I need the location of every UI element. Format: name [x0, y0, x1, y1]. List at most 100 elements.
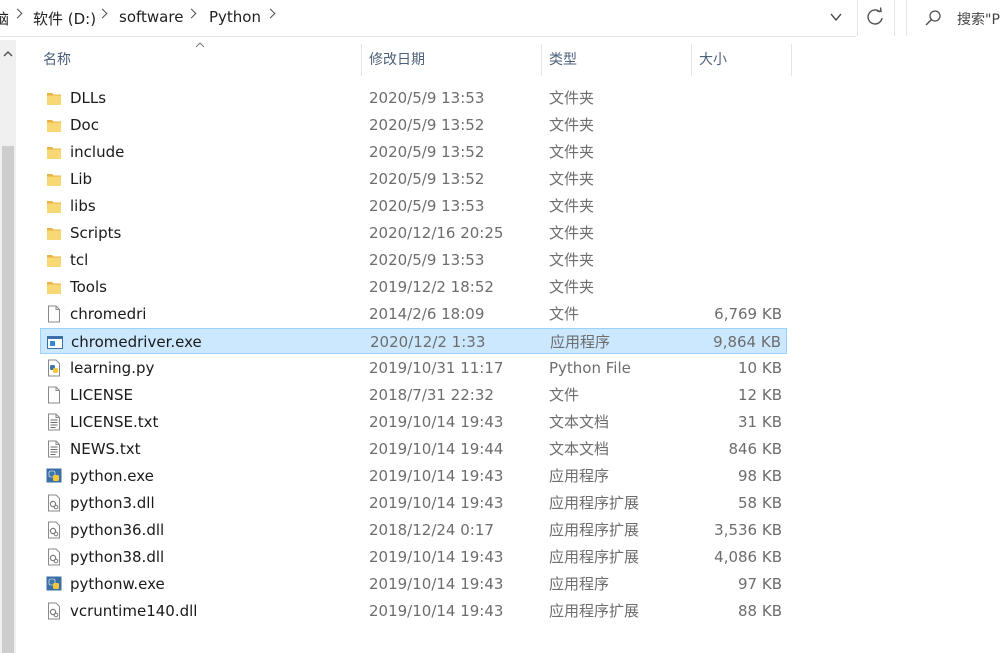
column-header-name-label: 名称 — [43, 52, 71, 68]
file-name: pythonw.exe — [70, 575, 165, 593]
file-date: 2019/12/2 18:52 — [369, 278, 494, 296]
file-row[interactable]: vcruntime140.dll 2019/10/14 19:43 应用程序扩展 88… — [40, 598, 787, 624]
breadcrumb-chevron-icon[interactable] — [265, 8, 276, 19]
file-row[interactable]: LICENSE 2018/7/31 22:32 文件 12 KB — [40, 382, 787, 408]
file-type: 文件夹 — [549, 170, 595, 188]
file-name: Scripts — [70, 224, 122, 242]
file-type: 文件 — [549, 386, 580, 404]
file-type: 文本文档 — [549, 413, 610, 431]
file-date: 2020/5/9 13:53 — [369, 89, 485, 107]
file-name: LICENSE — [70, 386, 133, 404]
breadcrumb-this-pc[interactable]: 脑 — [0, 8, 9, 29]
file-row[interactable]: DLLs 2020/5/9 13:53 文件夹 — [40, 85, 787, 111]
breadcrumb-python[interactable]: Python — [209, 8, 261, 26]
dll-icon — [48, 521, 60, 539]
file-size: 4,086 KB — [714, 548, 782, 566]
file-date: 2020/5/9 13:52 — [369, 143, 485, 161]
file-row[interactable]: pythonw.exe 2019/10/14 19:43 应用程序 97 KB — [40, 571, 787, 597]
file-type: 文件夹 — [549, 224, 595, 242]
file-icon — [48, 305, 60, 323]
file-row[interactable]: Lib 2020/5/9 13:52 文件夹 — [40, 166, 787, 192]
search-icon — [925, 10, 941, 26]
address-bar[interactable]: 脑 软件 (D:) software Python — [0, 0, 856, 37]
file-date: 2020/5/9 13:52 — [369, 116, 485, 134]
column-header-size[interactable]: 大小 — [692, 44, 792, 76]
file-type: Python File — [549, 359, 631, 377]
folder-icon — [47, 120, 61, 132]
file-date: 2019/10/14 19:43 — [369, 602, 504, 620]
chevron-down-icon[interactable] — [829, 10, 843, 24]
file-type: 文件夹 — [549, 278, 595, 296]
file-type: 文件夹 — [549, 197, 595, 215]
dll-icon — [48, 548, 60, 566]
python-file-icon — [48, 359, 60, 377]
file-date: 2020/5/9 13:53 — [369, 251, 485, 269]
file-type: 应用程序 — [549, 467, 610, 485]
file-row[interactable]: python.exe 2019/10/14 19:43 应用程序 98 KB — [40, 463, 787, 489]
file-row[interactable]: chromedriver.exe 2020/12/2 1:33 应用程序 9,864 … — [40, 328, 787, 354]
file-size: 12 KB — [738, 386, 782, 404]
column-divider[interactable] — [791, 44, 792, 76]
file-type: 应用程序 — [549, 575, 610, 593]
file-name: chromedri — [70, 305, 147, 323]
search-box[interactable]: 搜索"P — [906, 0, 1001, 36]
file-date: 2018/7/31 22:32 — [369, 386, 494, 404]
scrollbar-thumb[interactable] — [2, 146, 14, 653]
file-row[interactable]: Scripts 2020/12/16 20:25 文件夹 — [40, 220, 787, 246]
breadcrumb-software[interactable]: software — [119, 8, 183, 26]
column-header-name[interactable]: 名称 — [36, 42, 362, 76]
file-size: 9,864 KB — [713, 333, 781, 351]
file-row[interactable]: chromedri 2014/2/6 18:09 文件 6,769 KB — [40, 301, 787, 327]
file-type: 文本文档 — [549, 440, 610, 458]
file-row[interactable]: python38.dll 2019/10/14 19:43 应用程序扩展 4,086 … — [40, 544, 787, 570]
file-row[interactable]: learning.py 2019/10/31 11:17 Python File 10… — [40, 355, 787, 381]
file-row[interactable]: tcl 2020/5/9 13:53 文件夹 — [40, 247, 787, 273]
folder-icon — [47, 282, 61, 294]
breadcrumb-chevron-icon[interactable] — [97, 8, 108, 19]
file-size: 88 KB — [738, 602, 782, 620]
file-name: python38.dll — [70, 548, 165, 566]
file-name: python3.dll — [70, 494, 155, 512]
column-header-size-label: 大小 — [699, 52, 727, 68]
column-header-type[interactable]: 类型 — [542, 44, 691, 76]
file-type: 文件夹 — [549, 143, 595, 161]
search-placeholder: 搜索"P — [957, 12, 1000, 28]
file-date: 2020/5/9 13:53 — [369, 197, 485, 215]
folder-icon — [47, 147, 61, 159]
file-name: python.exe — [70, 467, 154, 485]
file-row[interactable]: Doc 2020/5/9 13:52 文件夹 — [40, 112, 787, 138]
dll-icon — [48, 494, 60, 512]
file-name: tcl — [70, 251, 89, 269]
dll-icon — [48, 602, 60, 620]
file-date: 2019/10/14 19:43 — [369, 548, 504, 566]
breadcrumb-chevron-icon[interactable] — [186, 8, 197, 19]
file-row[interactable]: NEWS.txt 2019/10/14 19:44 文本文档 846 KB — [40, 436, 787, 462]
file-size: 98 KB — [738, 467, 782, 485]
exe-icon — [47, 336, 63, 349]
vertical-scrollbar[interactable] — [0, 40, 16, 653]
python-exe-icon — [46, 468, 62, 483]
folder-icon — [47, 174, 61, 186]
refresh-button[interactable] — [857, 0, 895, 36]
breadcrumb-chevron-icon[interactable] — [12, 8, 23, 19]
file-type: 应用程序扩展 — [549, 548, 640, 566]
file-date: 2019/10/14 19:43 — [369, 467, 504, 485]
file-size: 846 KB — [728, 440, 782, 458]
file-row[interactable]: LICENSE.txt 2019/10/14 19:43 文本文档 31 KB — [40, 409, 787, 435]
column-header: 名称 修改日期 类型 大小 — [36, 42, 796, 76]
folder-icon — [47, 201, 61, 213]
file-icon — [48, 386, 60, 404]
file-row[interactable]: python36.dll 2018/12/24 0:17 应用程序扩展 3,536 K… — [40, 517, 787, 543]
file-row[interactable]: Tools 2019/12/2 18:52 文件夹 — [40, 274, 787, 300]
file-row[interactable]: libs 2020/5/9 13:53 文件夹 — [40, 193, 787, 219]
file-name: DLLs — [70, 89, 107, 107]
file-row[interactable]: include 2020/5/9 13:52 文件夹 — [40, 139, 787, 165]
column-header-date[interactable]: 修改日期 — [362, 44, 541, 76]
scroll-up-arrow-icon[interactable] — [2, 48, 14, 60]
file-size: 31 KB — [738, 413, 782, 431]
address-bar-area: 脑 软件 (D:) software Python 搜索"P — [0, 0, 1001, 37]
file-row[interactable]: python3.dll 2019/10/14 19:43 应用程序扩展 58 KB — [40, 490, 787, 516]
file-type: 文件夹 — [549, 251, 595, 269]
breadcrumb-drive[interactable]: 软件 (D:) — [33, 8, 96, 29]
refresh-icon — [867, 7, 883, 25]
